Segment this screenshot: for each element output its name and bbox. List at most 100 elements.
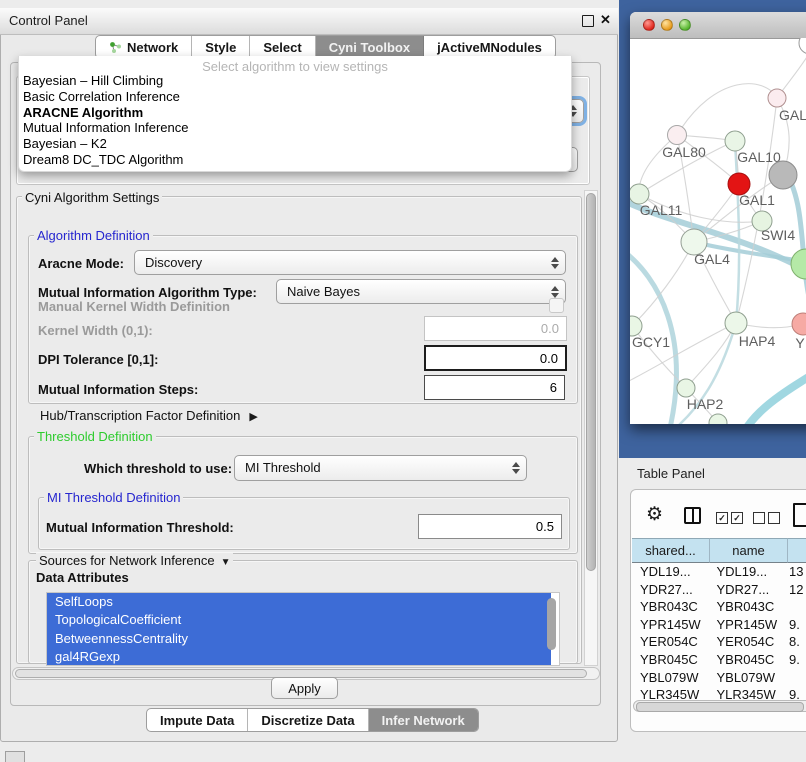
network-node-gcy1[interactable] — [630, 316, 642, 336]
bottom-tab-bar: Impute Data Discretize Data Infer Network — [146, 708, 479, 732]
tab-select[interactable]: Select — [250, 36, 315, 58]
network-node-hap4[interactable] — [725, 312, 747, 334]
table-row[interactable]: YER054CYER054C8. — [632, 633, 806, 651]
network-node-y[interactable] — [792, 313, 806, 335]
network-edge — [632, 242, 694, 326]
data-attributes-list[interactable]: SelfLoopsTopologicalCoefficientBetweenne… — [46, 592, 560, 666]
settings-vertical-scrollbar[interactable] — [584, 190, 598, 666]
attribute-item[interactable]: BetweennessCentrality — [47, 630, 551, 648]
dpi-tolerance-label: DPI Tolerance [0,1]: — [38, 352, 158, 367]
tab-cyni-toolbox[interactable]: Cyni Toolbox — [316, 36, 424, 58]
gear-icon[interactable]: ⚙ — [646, 503, 663, 526]
network-canvas[interactable]: GALGAL80GAL10GAL1GAL11SWI4GAL4GCY1HAP4YH… — [630, 38, 806, 424]
column-header-3[interactable]: A — [788, 538, 806, 563]
minimize-traffic-light-icon[interactable] — [661, 19, 673, 31]
tab-label: Network — [127, 40, 178, 55]
network-node[interactable] — [769, 161, 797, 189]
table-cell: YDR27... — [708, 581, 784, 599]
control-panel-titlebar[interactable]: Control Panel ✕ — [0, 8, 618, 35]
algorithm-option[interactable]: ARACNE Algorithm — [23, 105, 143, 120]
tab-style[interactable]: Style — [192, 36, 250, 58]
node-label: SWI4 — [761, 227, 795, 243]
node-label: GAL10 — [737, 149, 781, 165]
tab-network[interactable]: Network — [96, 36, 192, 58]
checked-checkbox-icon[interactable]: ✓ — [716, 512, 728, 524]
manual-kernel-checkbox[interactable] — [549, 298, 564, 313]
dpi-tolerance-field[interactable]: 0.0 — [424, 345, 567, 371]
network-node[interactable] — [791, 249, 806, 279]
docked-panel-icon[interactable] — [5, 751, 25, 762]
scrollbar-thumb[interactable] — [636, 702, 804, 712]
table-cell: YBR043C — [708, 598, 784, 616]
tab-label: Cyni Toolbox — [329, 40, 410, 55]
algorithm-option[interactable]: Bayesian – Hill Climbing — [23, 73, 163, 88]
scrollbar-thumb[interactable] — [586, 193, 596, 571]
mi-steps-label: Mutual Information Steps: — [38, 382, 198, 397]
table-horizontal-scrollbar[interactable] — [633, 700, 806, 712]
unchecked-checkbox-icon[interactable] — [753, 512, 765, 524]
algorithm-dropdown-list: Select algorithm to view settings Bayesi… — [18, 56, 572, 172]
close-icon[interactable]: ✕ — [600, 12, 611, 28]
tab-label: Impute Data — [160, 713, 234, 728]
tab-label: Infer Network — [382, 713, 465, 728]
columns-icon[interactable] — [684, 507, 701, 524]
attribute-item[interactable]: TopologicalCoefficient — [47, 611, 551, 629]
network-node-hap2[interactable] — [677, 379, 695, 397]
combo-arrows-icon — [551, 257, 559, 269]
threshold-definition-title: Threshold Definition — [34, 429, 156, 444]
mi-threshold-label: Mutual Information Threshold: — [46, 520, 234, 535]
table-row[interactable]: YLR345WYLR345W9. — [632, 686, 806, 700]
hub-definition-expander[interactable]: Hub/Transcription Factor Definition▶ — [40, 408, 258, 423]
table-cell: YPR145W — [632, 616, 708, 634]
network-node-gal80[interactable] — [668, 126, 687, 145]
algorithm-option[interactable]: Bayesian – K2 — [23, 136, 107, 151]
tab-infer-network[interactable]: Infer Network — [369, 709, 478, 731]
tab-label: Style — [205, 40, 236, 55]
network-window-titlebar[interactable] — [630, 12, 806, 39]
which-threshold-select[interactable]: MI Threshold — [234, 455, 527, 481]
network-node-gal11[interactable] — [630, 184, 649, 204]
network-node-gal[interactable] — [768, 89, 786, 107]
kernel-width-label: Kernel Width (0,1): — [38, 323, 153, 338]
table-row[interactable]: YBL079WYBL079W — [632, 669, 806, 687]
tab-label: jActiveMNodules — [437, 40, 542, 55]
algorithm-option[interactable]: Basic Correlation Inference — [23, 89, 180, 104]
table-cell: 8. — [785, 633, 806, 651]
table-cell: YDL19... — [708, 563, 784, 581]
algorithm-option[interactable]: Mutual Information Inference — [23, 120, 188, 135]
table-row[interactable]: YPR145WYPR145W9. — [632, 616, 806, 634]
tab-impute-data[interactable]: Impute Data — [147, 709, 248, 731]
zoom-traffic-light-icon[interactable] — [679, 19, 691, 31]
mi-threshold-field[interactable]: 0.5 — [418, 514, 562, 539]
list-scrollbar-thumb[interactable] — [547, 598, 556, 650]
network-node[interactable] — [799, 38, 806, 54]
column-header-1[interactable]: shared... — [632, 538, 710, 563]
table-row[interactable]: YDR27...YDR27...12 — [632, 581, 806, 599]
sources-expander[interactable]: Sources for Network Inference▼ — [36, 553, 233, 568]
algorithm-option[interactable]: Dream8 DC_TDC Algorithm — [23, 152, 183, 167]
checked-checkbox-icon[interactable]: ✓ — [731, 512, 743, 524]
apply-button[interactable]: Apply — [271, 677, 338, 699]
aracne-mode-select[interactable]: Discovery — [134, 250, 566, 275]
attribute-item[interactable]: gal4RGexp — [47, 648, 551, 666]
page-icon[interactable] — [793, 503, 806, 527]
attribute-item[interactable]: SelfLoops — [47, 593, 551, 611]
network-node-gal10[interactable] — [725, 131, 745, 151]
table-row[interactable]: YBR043CYBR043C — [632, 598, 806, 616]
kernel-width-field[interactable]: 0.0 — [424, 316, 567, 341]
tab-jactivemnodules[interactable]: jActiveMNodules — [424, 36, 555, 58]
node-label: HAP2 — [687, 396, 724, 412]
table-row[interactable]: YDL19...YDL19...13 — [632, 563, 806, 581]
unchecked-checkbox-icon[interactable] — [768, 512, 780, 524]
table-row[interactable]: YBR045CYBR045C9. — [632, 651, 806, 669]
mi-steps-field[interactable]: 6 — [424, 375, 565, 400]
column-header-2[interactable]: name — [710, 538, 788, 563]
manual-kernel-label: Manual Kernel Width Definition — [38, 299, 230, 314]
network-edge — [630, 323, 736, 383]
mi-algorithm-type-select[interactable]: Naive Bayes — [276, 279, 566, 304]
network-view-window: GALGAL80GAL10GAL1GAL11SWI4GAL4GCY1HAP4YH… — [630, 12, 806, 424]
close-traffic-light-icon[interactable] — [643, 19, 655, 31]
screen: Control Panel ✕ Network Style Select Cyni T… — [0, 0, 806, 762]
tab-discretize-data[interactable]: Discretize Data — [248, 709, 368, 731]
float-window-icon[interactable] — [582, 15, 594, 27]
